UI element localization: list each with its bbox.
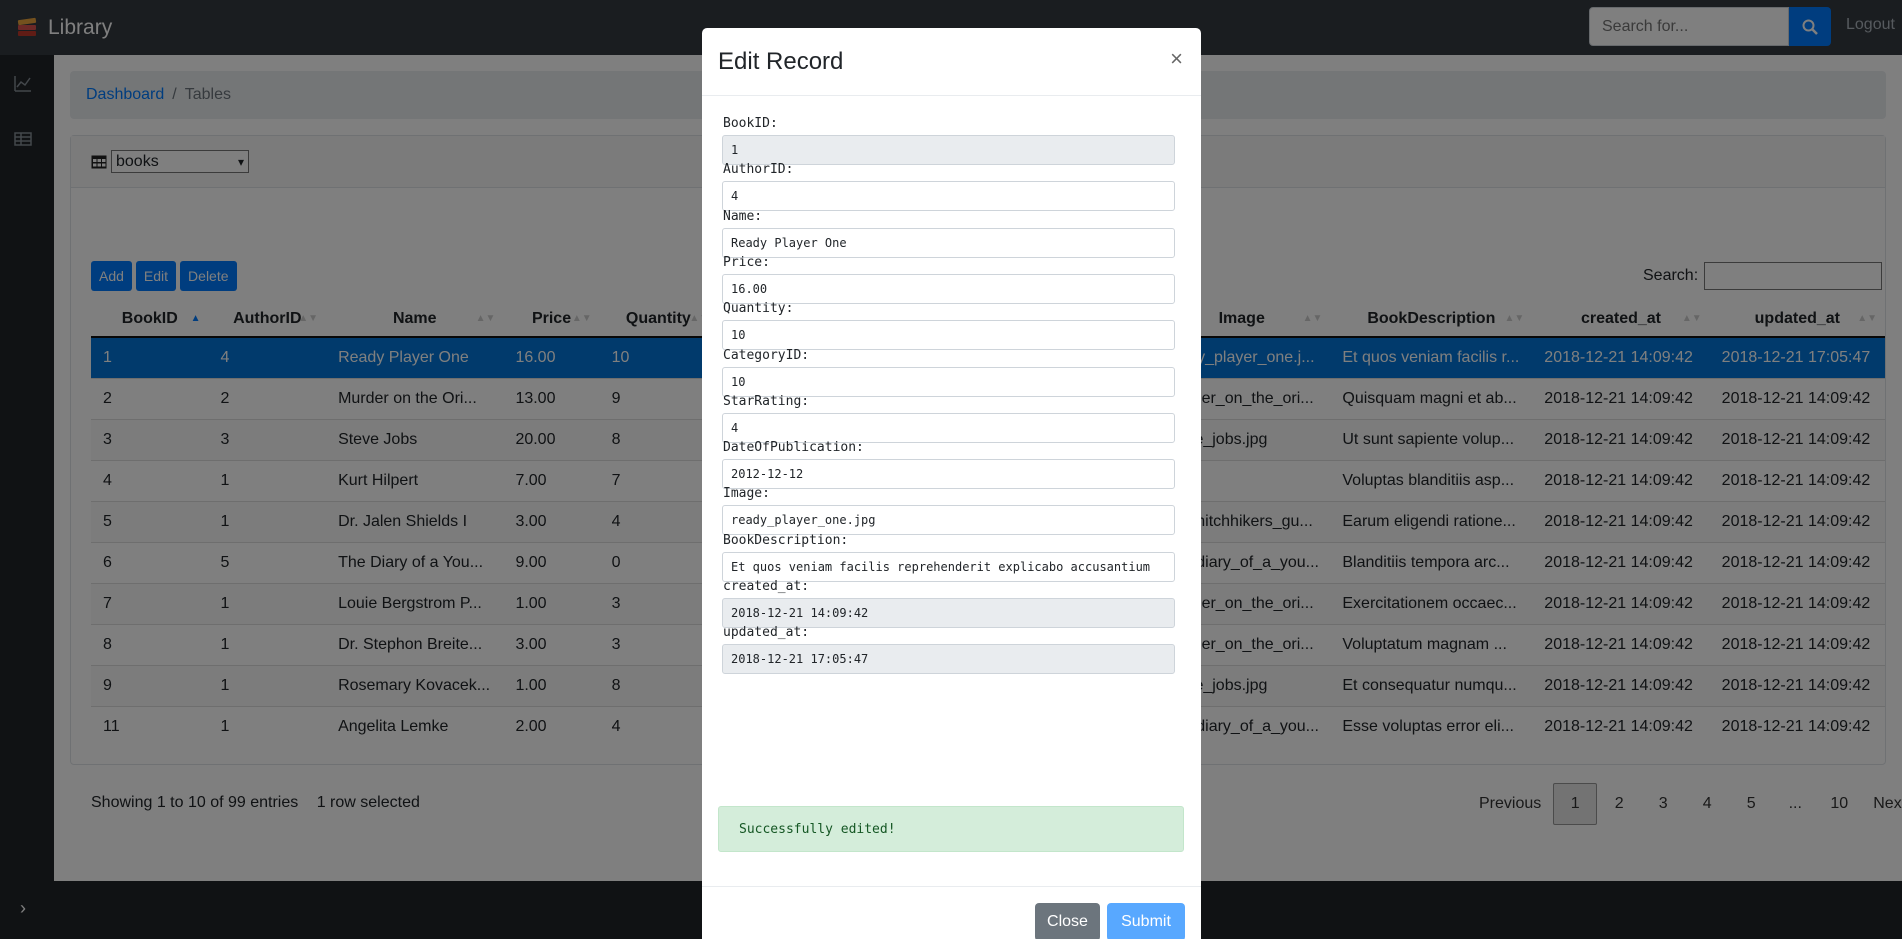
field-label: updated_at: [723, 625, 810, 641]
field-input[interactable]: 4 [722, 181, 1175, 212]
field-input[interactable]: ready_player_one.jpg [722, 505, 1175, 536]
field-label: created_at: [723, 579, 810, 594]
close-button[interactable]: Close [1035, 903, 1100, 939]
field-label: DateOfPublication: [723, 440, 864, 456]
submit-button[interactable]: Submit [1107, 903, 1185, 939]
close-icon[interactable]: × [1170, 46, 1183, 72]
edit-record-modal: Edit Record × BookID: 1 AuthorID: 4 Name: Rea… [702, 28, 1201, 939]
field-input[interactable]: Ready Player One [722, 227, 1175, 258]
success-alert: Successfully edited! [718, 806, 1184, 852]
modal-header: Edit Record × [702, 28, 1201, 96]
field-label: BookID: [723, 116, 778, 131]
field-input[interactable]: 2012-12-12 [722, 459, 1175, 490]
field-input[interactable]: 10 [722, 366, 1175, 397]
field-input: 2018-12-21 14:09:42 [722, 598, 1175, 628]
field-label: Name: [723, 208, 763, 224]
field-label: Quantity: [723, 301, 794, 317]
field-input[interactable]: 16.00 [722, 273, 1175, 304]
field-label: BookDescription: [723, 532, 849, 548]
field-input: 2018-12-21 17:05:47 [722, 644, 1175, 675]
field-label: Image: [723, 486, 770, 502]
modal-footer: Close Submit [702, 886, 1201, 939]
field-input[interactable]: 4 [722, 412, 1175, 443]
field-input: 1 [722, 135, 1175, 165]
field-label: Price: [723, 254, 770, 270]
field-input[interactable]: 10 [722, 320, 1175, 351]
field-input[interactable]: Et quos veniam facilis reprehenderit exp… [722, 551, 1175, 582]
field-label: CategoryID: [723, 347, 810, 363]
field-label: StarRating: [723, 393, 810, 409]
modal-title: Edit Record [718, 47, 844, 75]
field-label: AuthorID: [723, 162, 794, 178]
